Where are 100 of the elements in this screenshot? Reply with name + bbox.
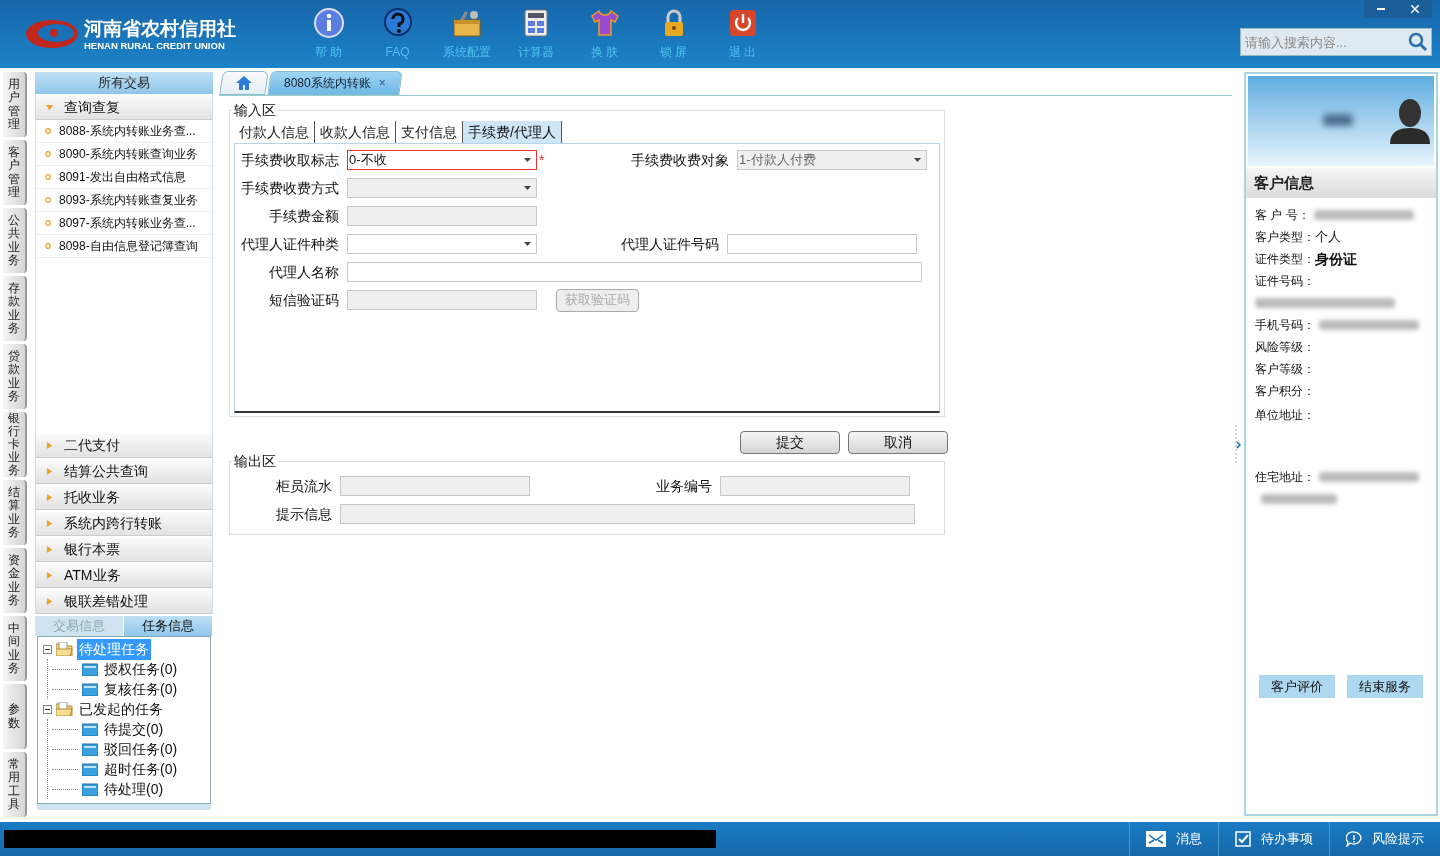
panel-title: 所有交易: [98, 74, 150, 93]
info-label: 客户类型：: [1255, 229, 1315, 246]
info-label: 客户积分：: [1255, 383, 1315, 400]
tree-node[interactable]: 待处理(0): [102, 778, 166, 800]
input-field[interactable]: [340, 476, 530, 496]
accordion-header[interactable]: ATM业务: [36, 564, 212, 588]
nav-item[interactable]: 8098-自由信息登记簿查询: [36, 235, 212, 258]
tree-node[interactable]: 待提交(0): [102, 718, 166, 740]
dropdown-field[interactable]: [347, 234, 537, 254]
info-label: 证件类型：: [1255, 251, 1315, 268]
nav-item[interactable]: 8090-系统内转账查询业务: [36, 143, 212, 166]
nav-item[interactable]: 8097-系统内转账业务查...: [36, 212, 212, 235]
status-button[interactable]: 风险提示: [1329, 822, 1440, 856]
nav-item[interactable]: 8091-发出自由格式信息: [36, 166, 212, 189]
accordion-header[interactable]: 系统内跨行转账: [36, 512, 212, 536]
accordion-header[interactable]: 结算公共查询: [36, 460, 212, 484]
info-value: 身份证: [1315, 249, 1357, 269]
mail-icon: [1146, 831, 1166, 847]
tab-close-button[interactable]: ×: [378, 74, 386, 92]
form-tab[interactable]: 手续费/代理人: [463, 121, 562, 143]
document-tab[interactable]: 8080系统内转账 ×: [267, 71, 403, 95]
speech-bubble-icon: [1346, 831, 1362, 847]
accordion-header[interactable]: 托收业务: [36, 486, 212, 510]
circle-icon: [45, 197, 51, 203]
folder-icon: [82, 722, 98, 736]
field-label: 手续费收费对象: [630, 150, 730, 170]
caret-down-icon: [524, 186, 531, 190]
action-button[interactable]: 取消: [848, 431, 948, 454]
required-mark: *: [539, 150, 546, 170]
caret-right-icon: [46, 572, 53, 579]
search-icon[interactable]: [1408, 32, 1428, 52]
info-value: 个人: [1315, 228, 1341, 247]
side-tab[interactable]: 客户管理: [3, 140, 27, 205]
accordion-header[interactable]: 银联差错处理: [36, 590, 212, 614]
field-label: 代理人名称: [268, 262, 340, 282]
side-tab[interactable]: 参数: [3, 684, 27, 749]
collapse-icon[interactable]: [43, 704, 52, 714]
field-label: 手续费金额: [268, 206, 340, 226]
side-tab[interactable]: 资金业务: [3, 548, 27, 613]
side-tab[interactable]: 结算业务: [3, 480, 27, 545]
input-field[interactable]: [720, 476, 910, 496]
status-button[interactable]: 消息: [1129, 822, 1218, 856]
panel-button[interactable]: 结束服务: [1347, 675, 1423, 698]
field-label: 提示信息: [275, 504, 333, 524]
logo-title: 河南省农村信用社: [84, 17, 236, 40]
info-label: 证件号码：: [1255, 273, 1315, 290]
caret-right-icon: [46, 468, 53, 475]
search-field[interactable]: 请输入搜索内容...: [1240, 28, 1432, 56]
tree-node[interactable]: 复核任务(0): [102, 678, 180, 700]
side-tab[interactable]: 存款业务: [3, 276, 27, 341]
collapse-icon[interactable]: [43, 644, 52, 654]
caret-down-icon: [914, 158, 921, 162]
side-tab[interactable]: 用户管理: [3, 72, 27, 137]
side-tab[interactable]: 贷款业务: [3, 344, 27, 409]
side-tab[interactable]: 常用工具: [3, 752, 27, 817]
accordion-header[interactable]: 银行本票: [36, 538, 212, 562]
nav-item[interactable]: 8088-系统内转账业务查...: [36, 120, 212, 143]
shirt-icon: [588, 7, 621, 39]
question-icon: [381, 7, 414, 39]
field-label: 业务编号: [655, 476, 713, 496]
panel-button[interactable]: 客户评价: [1259, 675, 1335, 698]
section-title: 客户信息: [1254, 172, 1314, 193]
caret-right-icon: [46, 546, 53, 553]
tree-node[interactable]: 已发起的任务: [77, 698, 165, 720]
logo-subtitle: HENAN RURAL CREDIT UNION: [84, 39, 226, 51]
home-tab[interactable]: [219, 71, 269, 95]
form-tab[interactable]: 付款人信息: [234, 121, 315, 143]
side-tab[interactable]: 中间业务: [3, 616, 27, 681]
side-tab[interactable]: 银行卡业务: [3, 412, 27, 477]
checkbox-icon: [1235, 831, 1251, 847]
circle-icon: [45, 174, 51, 180]
minimize-button[interactable]: [1364, 0, 1398, 18]
expand-handle-icon[interactable]: [1235, 425, 1241, 465]
side-tab[interactable]: 公共业务: [3, 208, 27, 273]
input-field[interactable]: [727, 234, 917, 254]
folder-icon: [82, 682, 98, 696]
tree-node[interactable]: 驳回任务(0): [102, 738, 180, 760]
tree-node[interactable]: 超时任务(0): [102, 758, 180, 780]
close-button[interactable]: [1398, 0, 1432, 18]
dropdown-field[interactable]: 0-不收: [347, 150, 537, 170]
field-label: 代理人证件种类: [240, 234, 340, 254]
info-label: 风险等级：: [1255, 339, 1315, 356]
tree-node[interactable]: 授权任务(0): [102, 658, 180, 680]
status-button[interactable]: 待办事项: [1218, 822, 1329, 856]
user-avatar-icon: [1390, 98, 1430, 144]
form-tab[interactable]: 收款人信息: [315, 121, 396, 143]
section-title: 输入区: [233, 101, 277, 120]
blurred-value: [1323, 114, 1353, 126]
input-field[interactable]: [340, 504, 915, 524]
info-label: 单位地址：: [1255, 408, 1315, 422]
accordion-header[interactable]: 二代支付: [36, 434, 212, 458]
home-icon: [236, 76, 252, 90]
input-field[interactable]: [347, 262, 922, 282]
logo-icon: [24, 18, 80, 50]
panel-tab[interactable]: 任务信息: [124, 616, 213, 636]
field-label: 代理人证件号码: [620, 234, 720, 254]
accordion-header[interactable]: 查询查复: [36, 96, 212, 120]
nav-item[interactable]: 8093-系统内转账查复业务: [36, 189, 212, 212]
section-title: 输出区: [233, 452, 277, 471]
action-button[interactable]: 提交: [740, 431, 840, 454]
